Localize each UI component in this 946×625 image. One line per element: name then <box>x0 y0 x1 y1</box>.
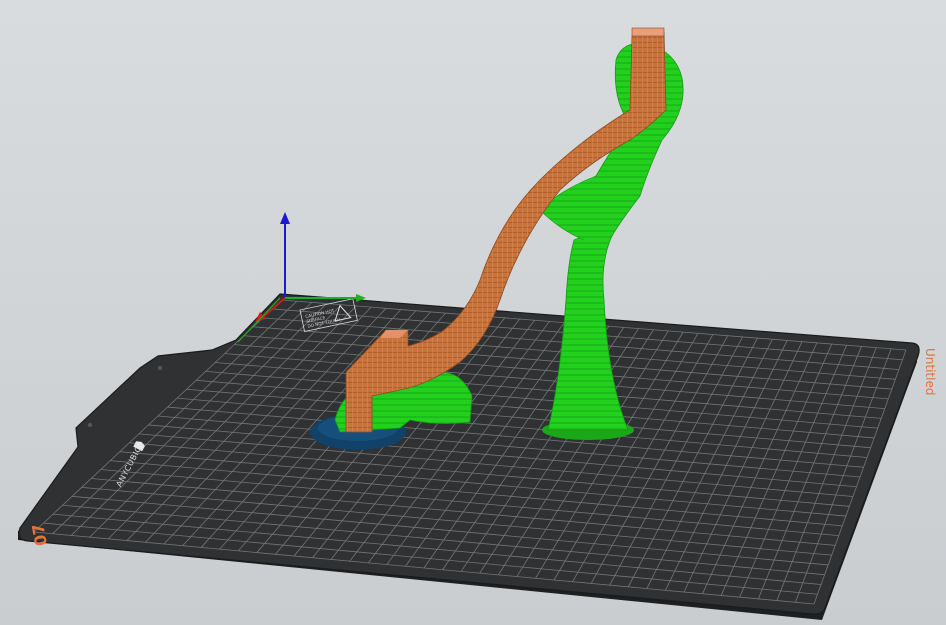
model-top-cap <box>631 27 665 37</box>
scene-canvas[interactable]: CAUTION HOT SURFACE DO NOT TOUCH ANYCUBI… <box>0 0 946 625</box>
bed-hole <box>87 422 93 428</box>
plate-name-label: Untitled <box>923 348 937 395</box>
z-axis-arrow <box>280 212 290 224</box>
corner-label: 07 <box>28 522 51 547</box>
3d-viewport[interactable]: CAUTION HOT SURFACE DO NOT TOUCH ANYCUBI… <box>0 0 946 625</box>
bed-hole <box>157 365 163 371</box>
